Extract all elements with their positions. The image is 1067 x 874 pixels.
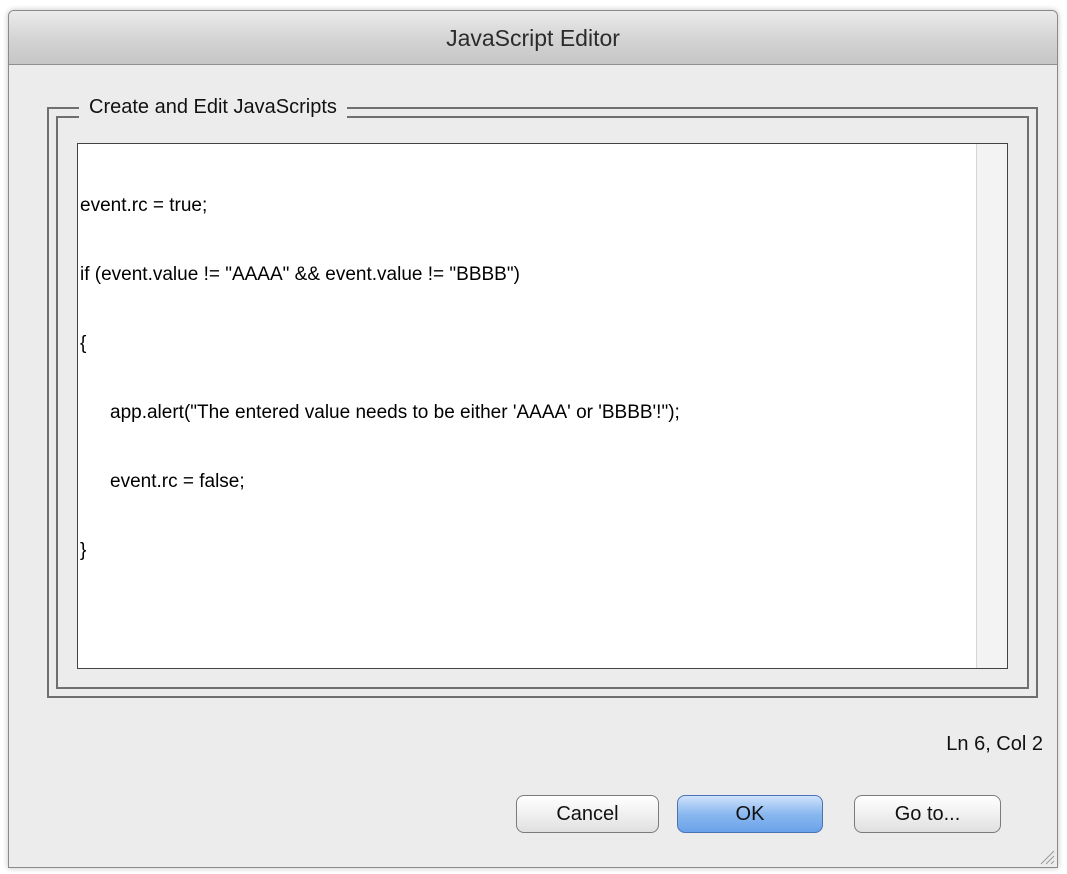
code-line: { bbox=[80, 333, 87, 354]
code-line: event.rc = false; bbox=[110, 471, 245, 492]
javascript-editor-dialog: JavaScript Editor Create and Edit JavaSc… bbox=[8, 10, 1058, 868]
code-line: if (event.value != "AAAA" && event.value… bbox=[80, 264, 520, 285]
resize-grip-icon[interactable] bbox=[1037, 847, 1055, 865]
code-line: event.rc = true; bbox=[80, 195, 208, 216]
code-editor[interactable]: event.rc = true; if (event.value != "AAA… bbox=[77, 143, 1008, 669]
code-line: app.alert("The entered value needs to be… bbox=[110, 402, 680, 423]
title-bar[interactable]: JavaScript Editor bbox=[9, 11, 1057, 65]
vertical-scrollbar[interactable] bbox=[976, 144, 1007, 668]
goto-button[interactable]: Go to... bbox=[854, 795, 1001, 833]
groupbox-legend: Create and Edit JavaScripts bbox=[79, 95, 347, 119]
code-text-area[interactable]: event.rc = true; if (event.value != "AAA… bbox=[78, 144, 977, 668]
cancel-button[interactable]: Cancel bbox=[516, 795, 659, 833]
window-title: JavaScript Editor bbox=[446, 25, 620, 51]
ok-button[interactable]: OK bbox=[677, 795, 823, 833]
cursor-position-status: Ln 6, Col 2 bbox=[946, 733, 1043, 755]
code-line: } bbox=[80, 540, 87, 561]
